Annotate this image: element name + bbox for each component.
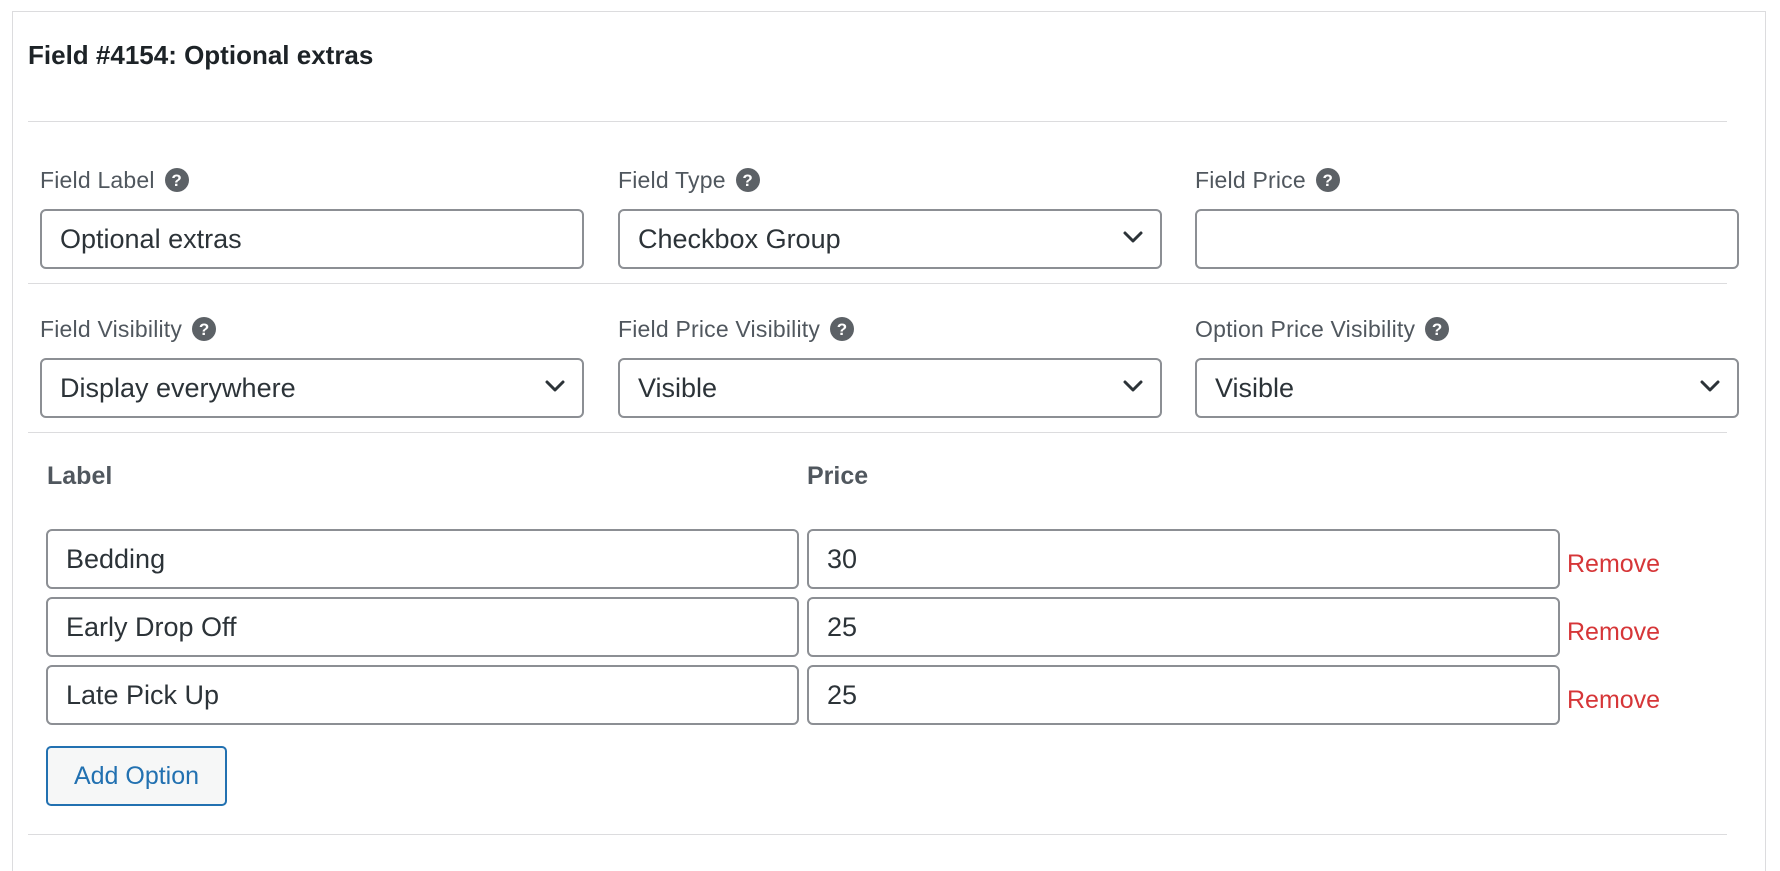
field-label-value: Optional extras bbox=[60, 223, 242, 254]
field-price-group: Field Price ? bbox=[1195, 163, 1739, 269]
divider bbox=[28, 121, 1727, 122]
option-label-value: Bedding bbox=[66, 543, 166, 574]
field-label-caption: Field Label ? bbox=[40, 163, 584, 197]
options-price-header: Price bbox=[807, 462, 869, 490]
option-price-value: 25 bbox=[827, 611, 858, 642]
help-icon[interactable]: ? bbox=[735, 168, 760, 192]
option-price-visibility-select[interactable]: Visible bbox=[1195, 358, 1739, 418]
chevron-down-icon bbox=[1700, 380, 1720, 392]
field-type-group: Field Type ? Checkbox Group bbox=[618, 163, 1162, 269]
field-visibility-caption: Field Visibility ? bbox=[40, 312, 584, 346]
chevron-down-icon bbox=[545, 380, 565, 392]
field-price-caption: Field Price ? bbox=[1195, 163, 1739, 197]
field-label-group: Field Label ? Optional extras bbox=[40, 163, 584, 269]
option-price-input[interactable]: 30 bbox=[807, 529, 1560, 589]
options-label-header: Label bbox=[47, 462, 113, 490]
option-label-input[interactable]: Bedding bbox=[46, 529, 799, 589]
option-price-visibility-value: Visible bbox=[1215, 372, 1295, 403]
field-visibility-select[interactable]: Display everywhere bbox=[40, 358, 584, 418]
field-visibility-group: Field Visibility ? Display everywhere bbox=[40, 312, 584, 418]
help-icon[interactable]: ? bbox=[1425, 317, 1450, 341]
option-price-input[interactable]: 25 bbox=[807, 597, 1560, 657]
option-price-visibility-text: Option Price Visibility bbox=[1195, 315, 1416, 342]
field-type-value: Checkbox Group bbox=[638, 223, 841, 254]
field-visibility-text: Field Visibility bbox=[40, 315, 183, 342]
divider bbox=[28, 283, 1727, 284]
divider bbox=[28, 432, 1727, 433]
option-label-input[interactable]: Early Drop Off bbox=[46, 597, 799, 657]
help-icon[interactable]: ? bbox=[1315, 168, 1340, 192]
field-visibility-value: Display everywhere bbox=[60, 372, 296, 403]
help-icon[interactable]: ? bbox=[830, 317, 855, 341]
field-type-select[interactable]: Checkbox Group bbox=[618, 209, 1162, 269]
option-price-value: 30 bbox=[827, 543, 858, 574]
option-label-input[interactable]: Late Pick Up bbox=[46, 665, 799, 725]
field-price-visibility-group: Field Price Visibility ? Visible bbox=[618, 312, 1162, 418]
field-price-visibility-value: Visible bbox=[638, 372, 718, 403]
help-icon[interactable]: ? bbox=[164, 168, 189, 192]
option-price-value: 25 bbox=[827, 679, 858, 710]
remove-option-link[interactable]: Remove bbox=[1567, 618, 1660, 647]
field-type-caption: Field Type ? bbox=[618, 163, 1162, 197]
option-label-value: Early Drop Off bbox=[66, 611, 237, 642]
option-price-visibility-group: Option Price Visibility ? Visible bbox=[1195, 312, 1739, 418]
field-label-text: Field Label bbox=[40, 166, 155, 193]
remove-option-link[interactable]: Remove bbox=[1567, 686, 1660, 715]
field-price-input[interactable] bbox=[1195, 209, 1739, 269]
field-price-visibility-caption: Field Price Visibility ? bbox=[618, 312, 1162, 346]
chevron-down-icon bbox=[1123, 231, 1143, 243]
field-label-input[interactable]: Optional extras bbox=[40, 209, 584, 269]
add-option-button[interactable]: Add Option bbox=[46, 746, 227, 806]
divider bbox=[28, 834, 1727, 835]
remove-option-link[interactable]: Remove bbox=[1567, 550, 1660, 579]
field-title: Field #4154: Optional extras bbox=[28, 40, 374, 70]
option-label-value: Late Pick Up bbox=[66, 679, 220, 710]
chevron-down-icon bbox=[1123, 380, 1143, 392]
field-price-text: Field Price bbox=[1195, 166, 1306, 193]
option-price-input[interactable]: 25 bbox=[807, 665, 1560, 725]
field-price-visibility-text: Field Price Visibility bbox=[618, 315, 821, 342]
field-price-visibility-select[interactable]: Visible bbox=[618, 358, 1162, 418]
help-icon[interactable]: ? bbox=[192, 317, 217, 341]
field-editor-panel bbox=[12, 11, 1766, 871]
option-price-visibility-caption: Option Price Visibility ? bbox=[1195, 312, 1739, 346]
field-type-text: Field Type bbox=[618, 166, 726, 193]
